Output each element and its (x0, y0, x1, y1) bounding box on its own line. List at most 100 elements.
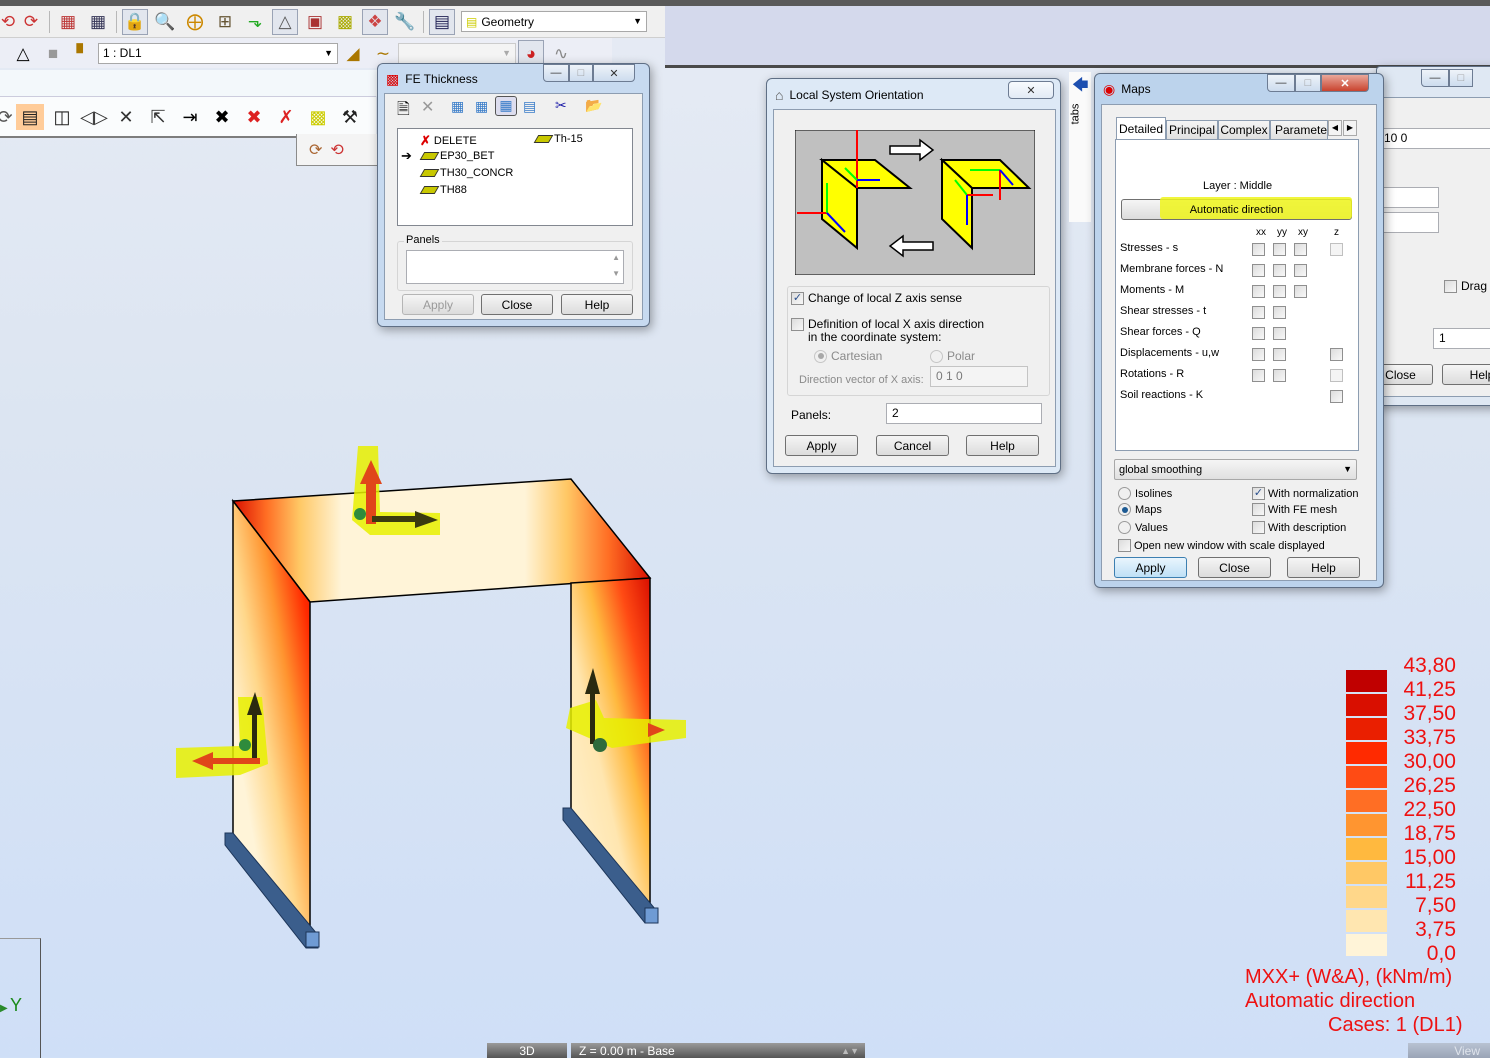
tab-scroll-right[interactable]: ▶ (1343, 120, 1357, 136)
cartesian-option[interactable]: Cartesian (814, 349, 882, 363)
help-button[interactable]: Help (1287, 557, 1360, 578)
level-selector[interactable]: Z = 0.00 m - Base ▲▼ (571, 1043, 865, 1058)
close-button[interactable]: ✕ (1321, 74, 1369, 92)
value-input-2[interactable] (1378, 212, 1439, 233)
thickness-list[interactable]: ✗ DELETE ➔ EP30_BET TH30_CONCR TH88 Th-1… (397, 128, 633, 226)
close-button[interactable]: Close (481, 294, 553, 315)
dialog-titlebar[interactable]: ⌂ Local System Orientation (775, 84, 924, 106)
checkbox-z[interactable] (1330, 390, 1343, 403)
maximize-button[interactable]: □ (1295, 74, 1321, 92)
fe-mesh-checkbox[interactable] (1252, 503, 1265, 516)
checkbox-yy[interactable] (1273, 264, 1286, 277)
minimize-button[interactable]: — (1267, 74, 1295, 92)
checkbox-z[interactable] (1330, 348, 1343, 361)
tab-principal[interactable]: Principal (1166, 120, 1218, 140)
view-list-icon[interactable]: ▦ (495, 96, 517, 116)
value-input-1[interactable] (1378, 187, 1439, 208)
apply-button[interactable]: Apply (1114, 557, 1187, 578)
open-folder-icon[interactable]: 📂 (585, 97, 602, 114)
scroll-up-icon[interactable]: ▲ (612, 253, 620, 262)
close-button[interactable]: ✕ (593, 64, 635, 82)
view-mode-tab[interactable]: 3D (487, 1043, 567, 1058)
list-item[interactable]: Th-15 (533, 133, 583, 145)
cancel-button[interactable]: Cancel (876, 435, 949, 456)
view-details-icon[interactable]: ▤ (523, 98, 536, 115)
checkbox-yy[interactable] (1273, 306, 1286, 319)
new-icon[interactable]: 🗎 (397, 98, 410, 125)
checkbox-xx[interactable] (1252, 306, 1265, 319)
minimize-button[interactable]: — (1421, 69, 1449, 87)
apply-button[interactable]: Apply (402, 294, 474, 315)
scroll-down-icon[interactable]: ▼ (612, 269, 620, 278)
help-button[interactable]: Help (966, 435, 1039, 456)
checkbox-xx[interactable] (1252, 285, 1265, 298)
polar-option[interactable]: Polar (930, 349, 975, 363)
isolines-radio[interactable] (1118, 487, 1131, 500)
checkbox-yy[interactable] (1273, 348, 1286, 361)
new-window-checkbox[interactable] (1118, 539, 1131, 552)
maps-option[interactable]: Maps (1118, 503, 1162, 516)
checkbox-xx[interactable] (1252, 243, 1265, 256)
dialog-titlebar[interactable]: ◉ Maps (1103, 78, 1151, 100)
dialog-titlebar[interactable]: ▩ FE Thickness (386, 68, 478, 90)
list-item[interactable]: TH88 (419, 184, 467, 196)
change-z-checkbox[interactable]: ✓ (791, 291, 804, 305)
define-x-checkbox[interactable] (791, 318, 804, 331)
arrow-left-icon[interactable]: 🡄 (1072, 74, 1089, 101)
checkbox-xy[interactable] (1294, 264, 1307, 277)
smoothing-selector[interactable]: global smoothing ▼ (1114, 459, 1357, 480)
checkbox-xx[interactable] (1252, 327, 1265, 340)
list-item[interactable]: TH30_CONCR (419, 167, 513, 179)
count-input[interactable]: 1 (1433, 328, 1490, 349)
maximize-button[interactable]: □ (1449, 69, 1473, 87)
values-radio[interactable] (1118, 521, 1131, 534)
help-button[interactable]: Help (561, 294, 633, 315)
coordinate-input[interactable]: 10 0 (1378, 128, 1490, 149)
list-item[interactable]: ✗ DELETE (420, 133, 477, 149)
checkbox-xx[interactable] (1252, 348, 1265, 361)
view-small-icons[interactable]: ▦ (475, 98, 488, 115)
automatic-direction-button[interactable]: Automatic direction (1121, 197, 1352, 220)
checkbox-yy[interactable] (1273, 327, 1286, 340)
normalization-checkbox[interactable]: ✓ (1252, 487, 1265, 500)
maps-radio[interactable] (1118, 503, 1131, 516)
isolines-option[interactable]: Isolines (1118, 487, 1172, 500)
checkbox-xy[interactable] (1294, 285, 1307, 298)
drag-checkbox[interactable] (1444, 279, 1457, 293)
apply-button[interactable]: Apply (785, 435, 858, 456)
close-button[interactable]: Close (1198, 557, 1271, 578)
checkbox-xy[interactable] (1294, 243, 1307, 256)
fe-mesh-option[interactable]: With FE mesh (1252, 503, 1337, 516)
close-button[interactable]: ✕ (1008, 81, 1054, 99)
help-button[interactable]: Help (1442, 364, 1490, 385)
checkbox-xx[interactable] (1252, 264, 1265, 277)
polar-radio[interactable] (930, 349, 943, 363)
tab-scroll-left[interactable]: ◀ (1328, 120, 1342, 136)
maximize-button[interactable]: □ (569, 64, 593, 82)
checkbox-yy[interactable] (1273, 369, 1286, 382)
tab-parameters[interactable]: Parameters (1270, 120, 1328, 140)
new-window-option[interactable]: Open new window with scale displayed (1118, 539, 1325, 552)
drag-option[interactable]: Drag (1444, 279, 1487, 293)
minimize-button[interactable]: — (543, 64, 569, 82)
checkbox-z[interactable] (1330, 243, 1343, 256)
cartesian-radio[interactable] (814, 349, 827, 363)
cut-icon[interactable]: ✂ (555, 97, 567, 114)
checkbox-yy[interactable] (1273, 285, 1286, 298)
tab-detailed[interactable]: Detailed (1116, 117, 1166, 139)
values-option[interactable]: Values (1118, 521, 1168, 534)
normalization-option[interactable]: ✓ With normalization (1252, 487, 1358, 500)
level-arrows-icon[interactable]: ▲▼ (841, 1046, 859, 1056)
list-item[interactable]: EP30_BET (419, 150, 494, 162)
tabs-sidebar[interactable]: 🡄 tabs (1069, 72, 1091, 222)
view-button[interactable]: View (1408, 1043, 1490, 1058)
description-option[interactable]: With description (1252, 521, 1346, 534)
checkbox-yy[interactable] (1273, 243, 1286, 256)
delete-icon[interactable]: ✕ (421, 97, 434, 117)
checkbox-xx[interactable] (1252, 369, 1265, 382)
description-checkbox[interactable] (1252, 521, 1265, 534)
panels-input[interactable]: ▲ ▼ (406, 250, 624, 284)
tab-complex[interactable]: Complex (1218, 120, 1270, 140)
view-large-icons[interactable]: ▦ (451, 98, 464, 115)
direction-vector-input[interactable]: 0 1 0 (930, 366, 1028, 387)
